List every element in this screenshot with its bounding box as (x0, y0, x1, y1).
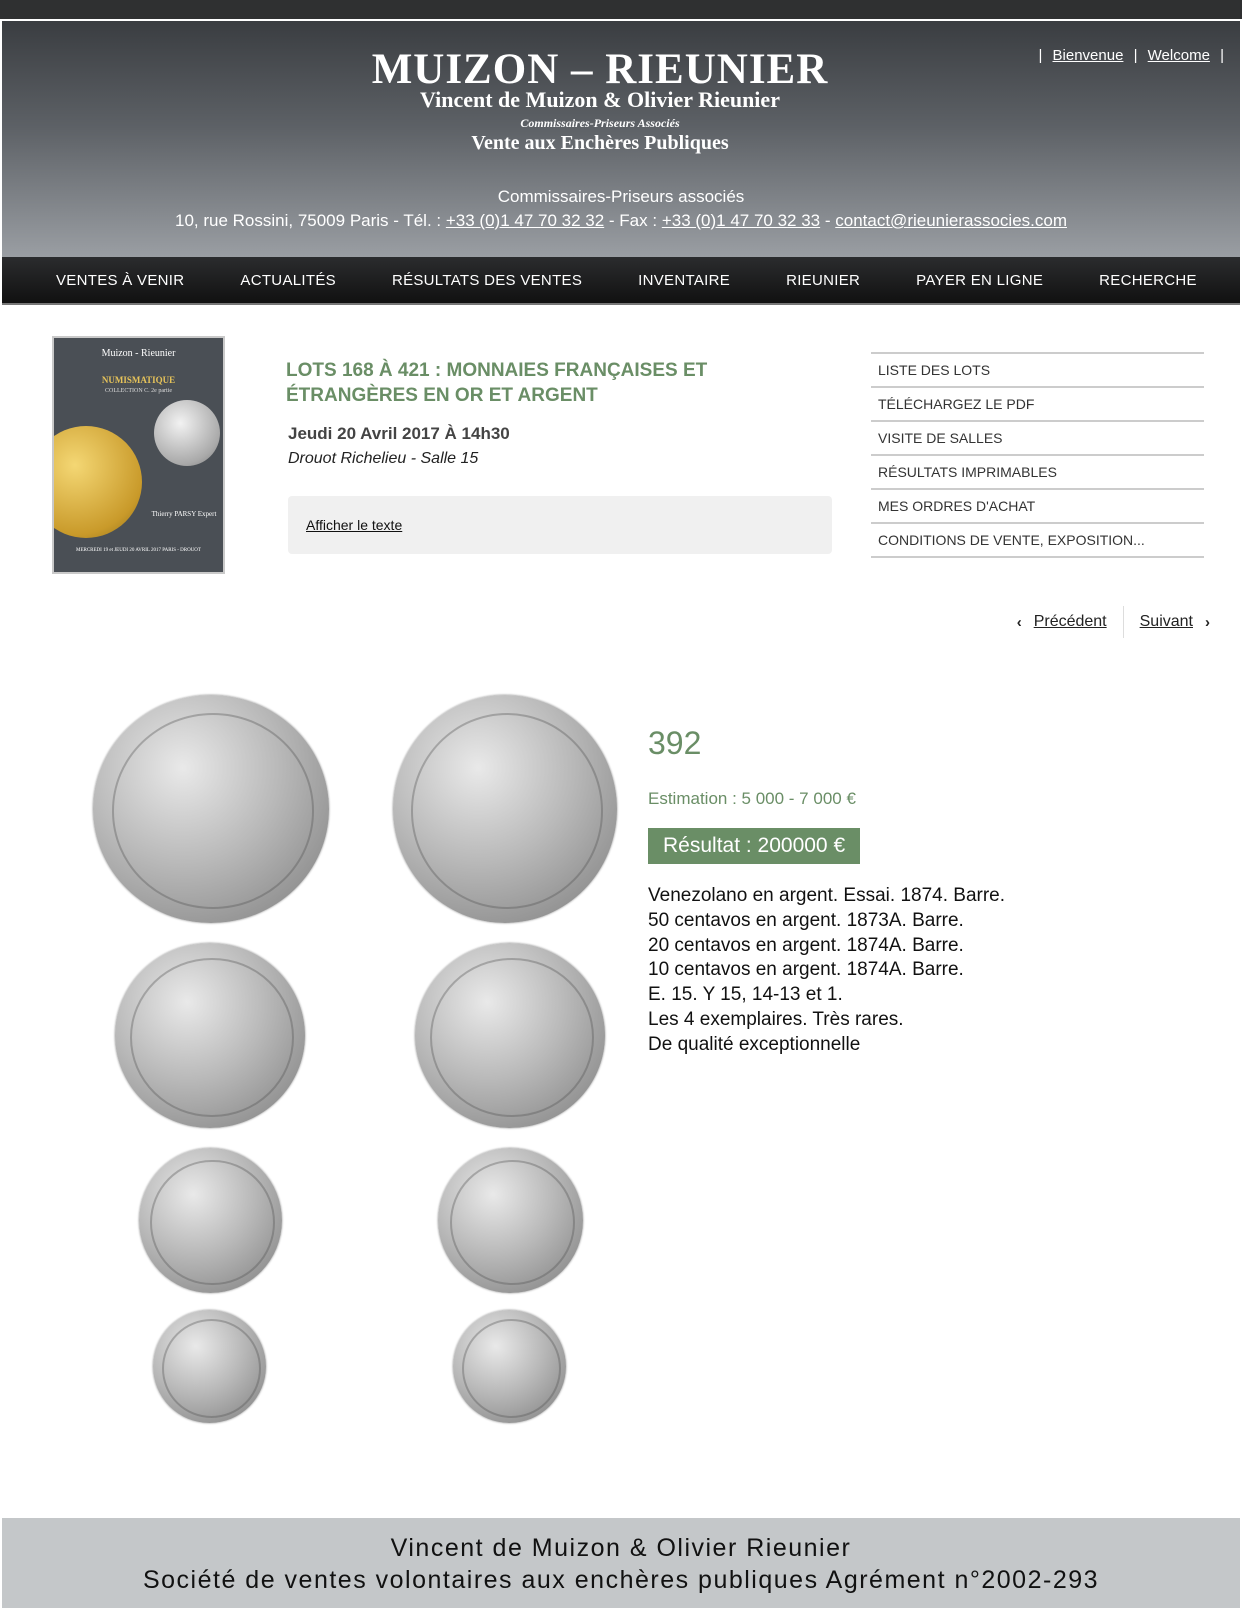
cover-title: NUMISMATIQUE (101, 375, 176, 385)
sale-side-menu: LISTE DES LOTS TÉLÉCHARGEZ LE PDF VISITE… (871, 352, 1204, 558)
lot-estimate: Estimation : 5 000 - 7 000 € (648, 789, 856, 808)
bienvenue-link[interactable]: Bienvenue (1053, 47, 1124, 64)
logo-tagline: Commissaires-Priseurs Associés (520, 116, 680, 130)
side-menu-conditions-de-vente[interactable]: CONDITIONS DE VENTE, EXPOSITION... (871, 524, 1204, 558)
side-menu-liste-des-lots[interactable]: LISTE DES LOTS (871, 354, 1204, 388)
coin-image-venezolano-obverse[interactable] (93, 695, 329, 923)
fax-label: - Fax : (604, 211, 662, 230)
nav-item-actualites[interactable]: ACTUALITÉS (212, 272, 364, 289)
email-separator: - (820, 211, 836, 230)
logo-tagline-2: Vente aux Enchères Publiques (471, 132, 729, 154)
lot-description: Venezolano en argent. Essai. 1874. Barre… (648, 884, 1005, 1058)
coin-image-50-centavos-obverse[interactable] (115, 943, 305, 1128)
contact-line: 10, rue Rossini, 75009 Paris - Tél. : +3… (2, 211, 1240, 231)
description-line: Les 4 exemplaires. Très rares. (648, 1008, 904, 1030)
nav-item-ventes-a-venir[interactable]: VENTES À VENIR (2, 272, 212, 289)
logo-subtitle: Vincent de Muizon & Olivier Rieunier (420, 87, 780, 112)
nav-item-payer-en-ligne[interactable]: PAYER EN LIGNE (888, 272, 1071, 289)
coin-image-venezolano-reverse[interactable] (393, 695, 617, 923)
cover-expert: Thierry PARSY Expert (151, 510, 217, 518)
coin-image-10-centavos-obverse[interactable] (153, 1310, 266, 1423)
sale-place: Drouot Richelieu - Salle 15 (288, 450, 479, 467)
coin-image-10-centavos-reverse[interactable] (453, 1310, 566, 1423)
description-line: De qualité exceptionnelle (648, 1033, 861, 1055)
top-strip (0, 0, 1242, 19)
chevron-left-icon[interactable]: ‹ (1017, 614, 1022, 631)
lang-separator: | (1220, 47, 1224, 64)
sale-title: LOTS 168 À 421 : MONNAIES FRANÇAISES ET … (286, 360, 708, 406)
lang-separator: | (1038, 47, 1043, 64)
chevron-right-icon[interactable]: › (1205, 614, 1210, 631)
description-line: 20 centavos en argent. 1874A. Barre. (648, 934, 964, 956)
fax-link[interactable]: +33 (0)1 47 70 32 33 (662, 211, 820, 230)
nav-item-recherche[interactable]: RECHERCHE (1071, 272, 1225, 289)
silver-coin-image (154, 400, 220, 466)
contact-title: Commissaires-Priseurs associés (497, 187, 745, 206)
lot-result-badge: Résultat : 200000 € (648, 828, 861, 864)
description-line: Venezolano en argent. Essai. 1874. Barre… (648, 885, 1006, 906)
side-menu-visite-de-salles[interactable]: VISITE DE SALLES (871, 422, 1204, 456)
nav-item-inventaire[interactable]: INVENTAIRE (610, 272, 758, 289)
next-link[interactable]: Suivant (1140, 613, 1193, 631)
cover-collection: COLLECTION C. 2e partie (105, 388, 172, 394)
email-link[interactable]: contact@rieunierassocies.com (835, 211, 1067, 230)
lot-pager: ‹ Précédent Suivant › (1005, 606, 1222, 638)
gold-coin-image (54, 426, 142, 538)
coin-image-20-centavos-reverse[interactable] (438, 1148, 583, 1293)
coin-image-50-centavos-reverse[interactable] (415, 943, 605, 1128)
phone-link[interactable]: +33 (0)1 47 70 32 32 (446, 211, 604, 230)
site-header: MUIZON – RIEUNIER Vincent de Muizon & Ol… (2, 21, 1240, 257)
welcome-link[interactable]: Welcome (1148, 47, 1210, 64)
side-menu-resultats-imprimables[interactable]: RÉSULTATS IMPRIMABLES (871, 456, 1204, 490)
sale-text-box: Afficher le texte (288, 496, 832, 554)
lang-separator: | (1133, 47, 1138, 64)
side-menu-ordres-achat[interactable]: MES ORDRES D'ACHAT (871, 490, 1204, 524)
footer-names: Vincent de Muizon & Olivier Rieunier (390, 1534, 852, 1562)
side-menu-telechargez-pdf[interactable]: TÉLÉCHARGEZ LE PDF (871, 388, 1204, 422)
description-line: 10 centavos en argent. 1874A. Barre. (648, 959, 964, 981)
previous-link[interactable]: Précédent (1034, 613, 1107, 631)
nav-item-rieunier[interactable]: RIEUNIER (758, 272, 888, 289)
catalog-cover-image[interactable]: Muizon - Rieunier NUMISMATIQUE COLLECTIO… (52, 336, 225, 574)
address-text: 10, rue Rossini, 75009 Paris - Tél. : (174, 211, 446, 230)
footer-agrement: Société de ventes volontaires aux enchèr… (142, 1566, 1100, 1594)
cover-dates: MERCREDI 19 et JEUDI 20 AVRIL 2017 PARIS… (76, 548, 201, 553)
pager-divider (1122, 606, 1124, 638)
cover-brand: Muizon - Rieunier (101, 348, 176, 359)
nav-item-resultats[interactable]: RÉSULTATS DES VENTES (364, 272, 610, 289)
main-nav: VENTES À VENIR ACTUALITÉS RÉSULTATS DES … (2, 257, 1240, 305)
site-footer: Vincent de Muizon & Olivier Rieunier Soc… (2, 1518, 1240, 1608)
lot-number: 392 (648, 725, 702, 761)
description-line: E. 15. Y 15, 14-13 et 1. (648, 984, 843, 1006)
language-links: | Bienvenue | Welcome | (1038, 47, 1224, 64)
description-line: 50 centavos en argent. 1873A. Barre. (648, 909, 964, 931)
show-text-link[interactable]: Afficher le texte (306, 517, 402, 533)
coin-image-20-centavos-obverse[interactable] (139, 1148, 282, 1293)
sale-date: Jeudi 20 Avril 2017 À 14h30 (288, 424, 510, 443)
